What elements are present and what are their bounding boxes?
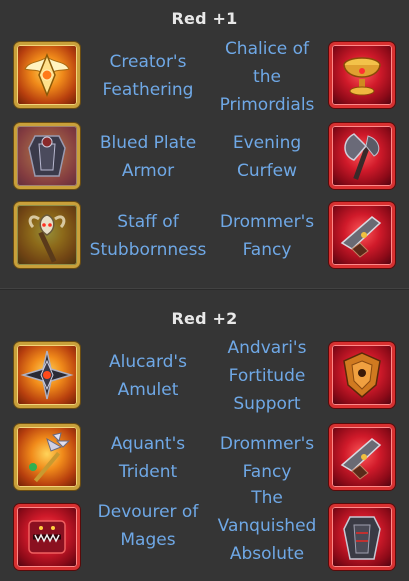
section-red-plus-2: Red +2 Alucard's Amulet Andvari's Fortit… [0,289,409,581]
item-name[interactable]: Andvari's Fortitude Support [212,334,322,418]
item-row: Devourer of Mages The Vanquished Absolut… [0,488,409,572]
plate-armor-icon[interactable] [14,123,80,189]
fanged-tome-icon[interactable] [14,504,80,570]
pistol-icon[interactable] [329,424,395,490]
item-row: Blued Plate Armor Evening Curfew [0,121,409,191]
item-row: Staff of Stubbornness Drommer's Fancy [0,200,409,270]
item-name[interactable]: Chalice of the Primordials [212,35,322,119]
item-row: Creator's Feathering Chalice of the Prim… [0,39,409,115]
item-name[interactable]: Creator's Feathering [84,48,212,104]
winged-amulet-icon[interactable] [14,42,80,108]
section-title: Red +2 [171,309,238,328]
trident-icon[interactable] [14,424,80,490]
item-name[interactable]: Drommer's Fancy [212,430,322,486]
item-name[interactable]: Alucard's Amulet [84,348,212,404]
shield-support-icon[interactable] [329,342,395,408]
section-red-plus-1: Red +1 Creator's Feathering Chalice of t… [0,0,409,289]
dark-armor-icon[interactable] [329,504,395,570]
item-name[interactable]: Drommer's Fancy [212,208,322,264]
item-name[interactable]: Aquant's Trident [84,430,212,486]
item-name[interactable]: The Vanquished Absolute [212,484,322,568]
item-name[interactable]: Staff of Stubbornness [84,208,212,264]
item-row: Alucard's Amulet Andvari's Fortitude Sup… [0,338,409,414]
item-name[interactable]: Blued Plate Armor [84,129,212,185]
item-name[interactable]: Devourer of Mages [84,498,212,554]
pistol-icon[interactable] [329,202,395,268]
horned-staff-icon[interactable] [14,202,80,268]
axe-icon[interactable] [329,123,395,189]
item-name[interactable]: Evening Curfew [212,129,322,185]
item-row: Aquant's Trident Drommer's Fancy [0,422,409,492]
section-title: Red +1 [171,9,238,28]
chalice-icon[interactable] [329,42,395,108]
spiked-amulet-icon[interactable] [14,342,80,408]
